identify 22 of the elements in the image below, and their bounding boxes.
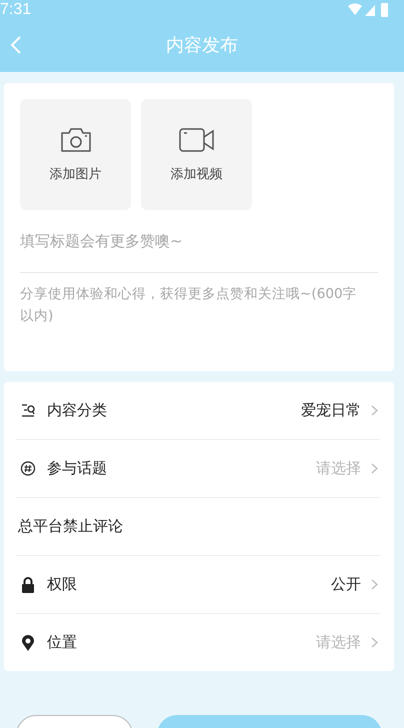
- setting-label: 内容分类: [47, 401, 108, 420]
- hashtag-icon: [20, 461, 36, 476]
- lock-icon: [20, 576, 36, 592]
- add-photo-button[interactable]: 添加图片: [20, 99, 131, 210]
- back-icon[interactable]: [10, 35, 22, 55]
- chevron-icon[interactable]: [371, 463, 378, 474]
- chevron-icon[interactable]: [371, 637, 378, 648]
- location-pin-icon: [20, 634, 36, 650]
- setting-label: 位置: [47, 633, 78, 652]
- setting-value[interactable]: 公开: [331, 575, 361, 594]
- category-icon: [20, 404, 36, 418]
- chevron-icon[interactable]: [371, 579, 378, 590]
- chevron-icon[interactable]: [371, 405, 378, 416]
- add-video-button[interactable]: 添加视频: [141, 99, 252, 210]
- disable-comments-label: 总平台禁止评论: [18, 517, 124, 536]
- video-camera-icon: [178, 126, 214, 152]
- status-time: 7:31: [0, 1, 32, 19]
- page-title: 内容发布: [166, 34, 238, 57]
- camera-icon: [60, 126, 92, 152]
- setting-label: 权限: [47, 575, 78, 594]
- setting-value[interactable]: 爱宠日常: [301, 401, 361, 420]
- setting-label: 参与话题: [47, 459, 108, 478]
